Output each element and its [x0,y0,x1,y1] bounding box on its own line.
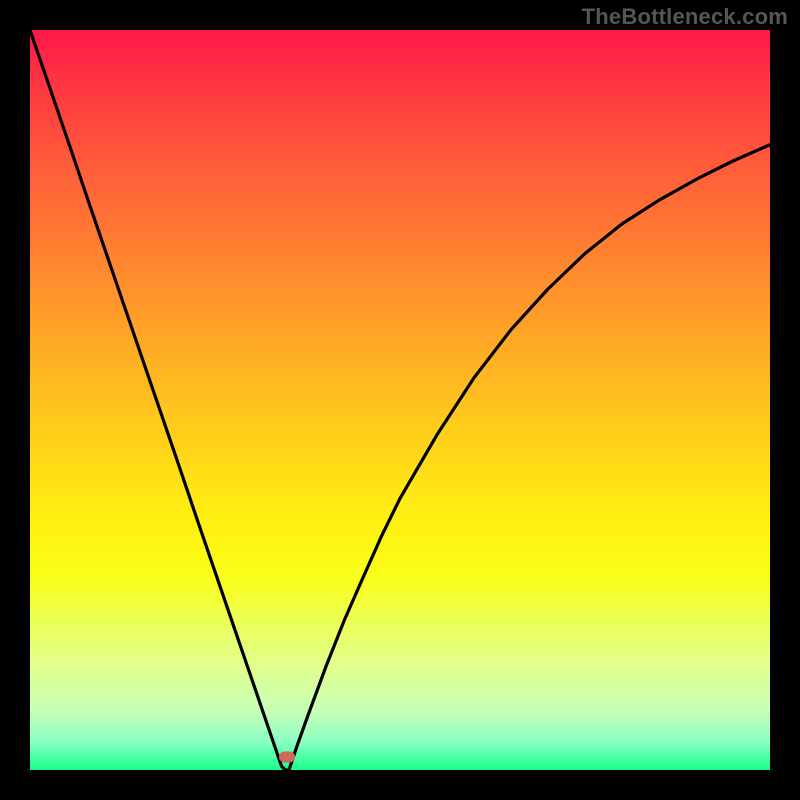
chart-stage: TheBottleneck.com [0,0,800,800]
bottleneck-curve [30,30,770,770]
current-point-marker [279,752,295,763]
watermark-text: TheBottleneck.com [582,4,788,30]
